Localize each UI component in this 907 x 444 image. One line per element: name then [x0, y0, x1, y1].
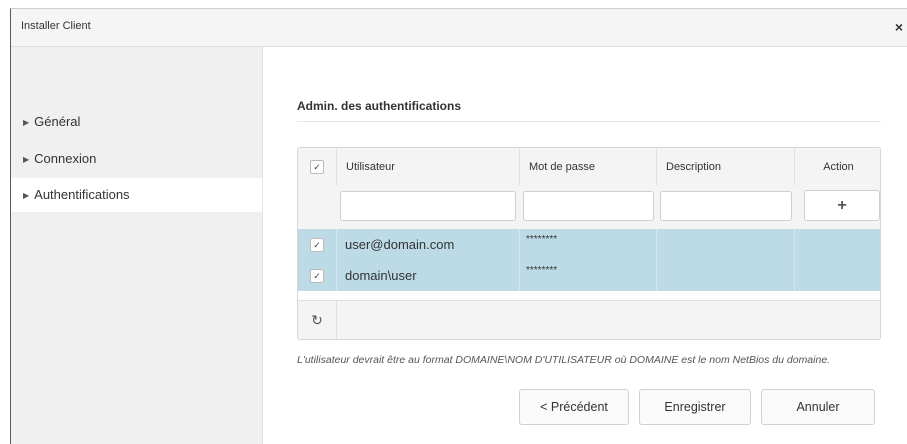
section-title: Admin. des authentifications [297, 99, 462, 113]
previous-button[interactable]: < Précédent [519, 389, 629, 425]
row-action-cell [794, 260, 880, 291]
row-action-cell [794, 229, 880, 260]
section-divider [297, 121, 881, 122]
add-button[interactable]: + [804, 190, 880, 221]
save-button[interactable]: Enregistrer [639, 389, 751, 425]
auth-grid: ✓ Utilisateur Mot de passe Description A… [297, 147, 881, 340]
sidebar-item-label: Général [34, 114, 81, 129]
grid-footer: ↻ [298, 300, 880, 339]
row-checkbox[interactable]: ✓ [310, 238, 324, 252]
caret-right-icon: ▶ [23, 118, 30, 127]
description-filter-input[interactable] [660, 191, 792, 221]
row-checkbox[interactable]: ✓ [310, 269, 324, 283]
sidebar-item-connexion[interactable]: ▶ Connexion [11, 142, 262, 176]
row-select-cell: ✓ [298, 229, 336, 260]
row-user: user@domain.com [336, 229, 519, 260]
caret-right-icon: ▶ [23, 191, 30, 200]
column-header-mot-de-passe[interactable]: Mot de passe [519, 148, 656, 186]
row-description [656, 260, 794, 291]
installer-window: Installer Client × ▶ Général ▶ Connexion ▶… [10, 8, 907, 444]
sidebar-item-authentifications[interactable]: ▶ Authentifications [11, 178, 262, 212]
column-header-description[interactable]: Description [656, 148, 794, 186]
sidebar-item-general[interactable]: ▶ Général [11, 105, 262, 139]
password-filter-input[interactable] [523, 191, 654, 221]
table-row[interactable]: ✓ user@domain.com ******** [298, 229, 880, 260]
table-row[interactable]: ✓ domain\user ******** [298, 260, 880, 291]
filter-row: + [298, 186, 880, 229]
row-description [656, 229, 794, 260]
user-filter-input[interactable] [340, 191, 516, 221]
row-select-cell: ✓ [298, 260, 336, 291]
sidebar-item-label: Connexion [34, 151, 97, 166]
sidebar-item-label: Authentifications [34, 187, 130, 202]
title-bar: Installer Client × [11, 9, 907, 47]
cancel-button[interactable]: Annuler [761, 389, 875, 425]
sidebar: ▶ Général ▶ Connexion ▶ Authentifications [11, 47, 263, 444]
grid-header: ✓ Utilisateur Mot de passe Description A… [298, 148, 880, 187]
main-panel: Admin. des authentifications ✓ Utilisate… [263, 47, 907, 444]
row-password: ******** [519, 260, 656, 291]
select-all-checkbox[interactable]: ✓ [310, 160, 324, 174]
column-header-action: Action [794, 148, 880, 186]
row-password: ******** [519, 229, 656, 260]
refresh-icon[interactable]: ↻ [298, 301, 337, 339]
header-select-cell: ✓ [298, 148, 336, 186]
format-hint: L'utilisateur devrait être au format DOM… [297, 354, 831, 366]
close-icon[interactable]: × [891, 17, 907, 37]
caret-right-icon: ▶ [23, 155, 30, 164]
column-header-utilisateur[interactable]: Utilisateur [336, 148, 519, 186]
row-user: domain\user [336, 260, 519, 291]
window-title: Installer Client [21, 20, 91, 32]
